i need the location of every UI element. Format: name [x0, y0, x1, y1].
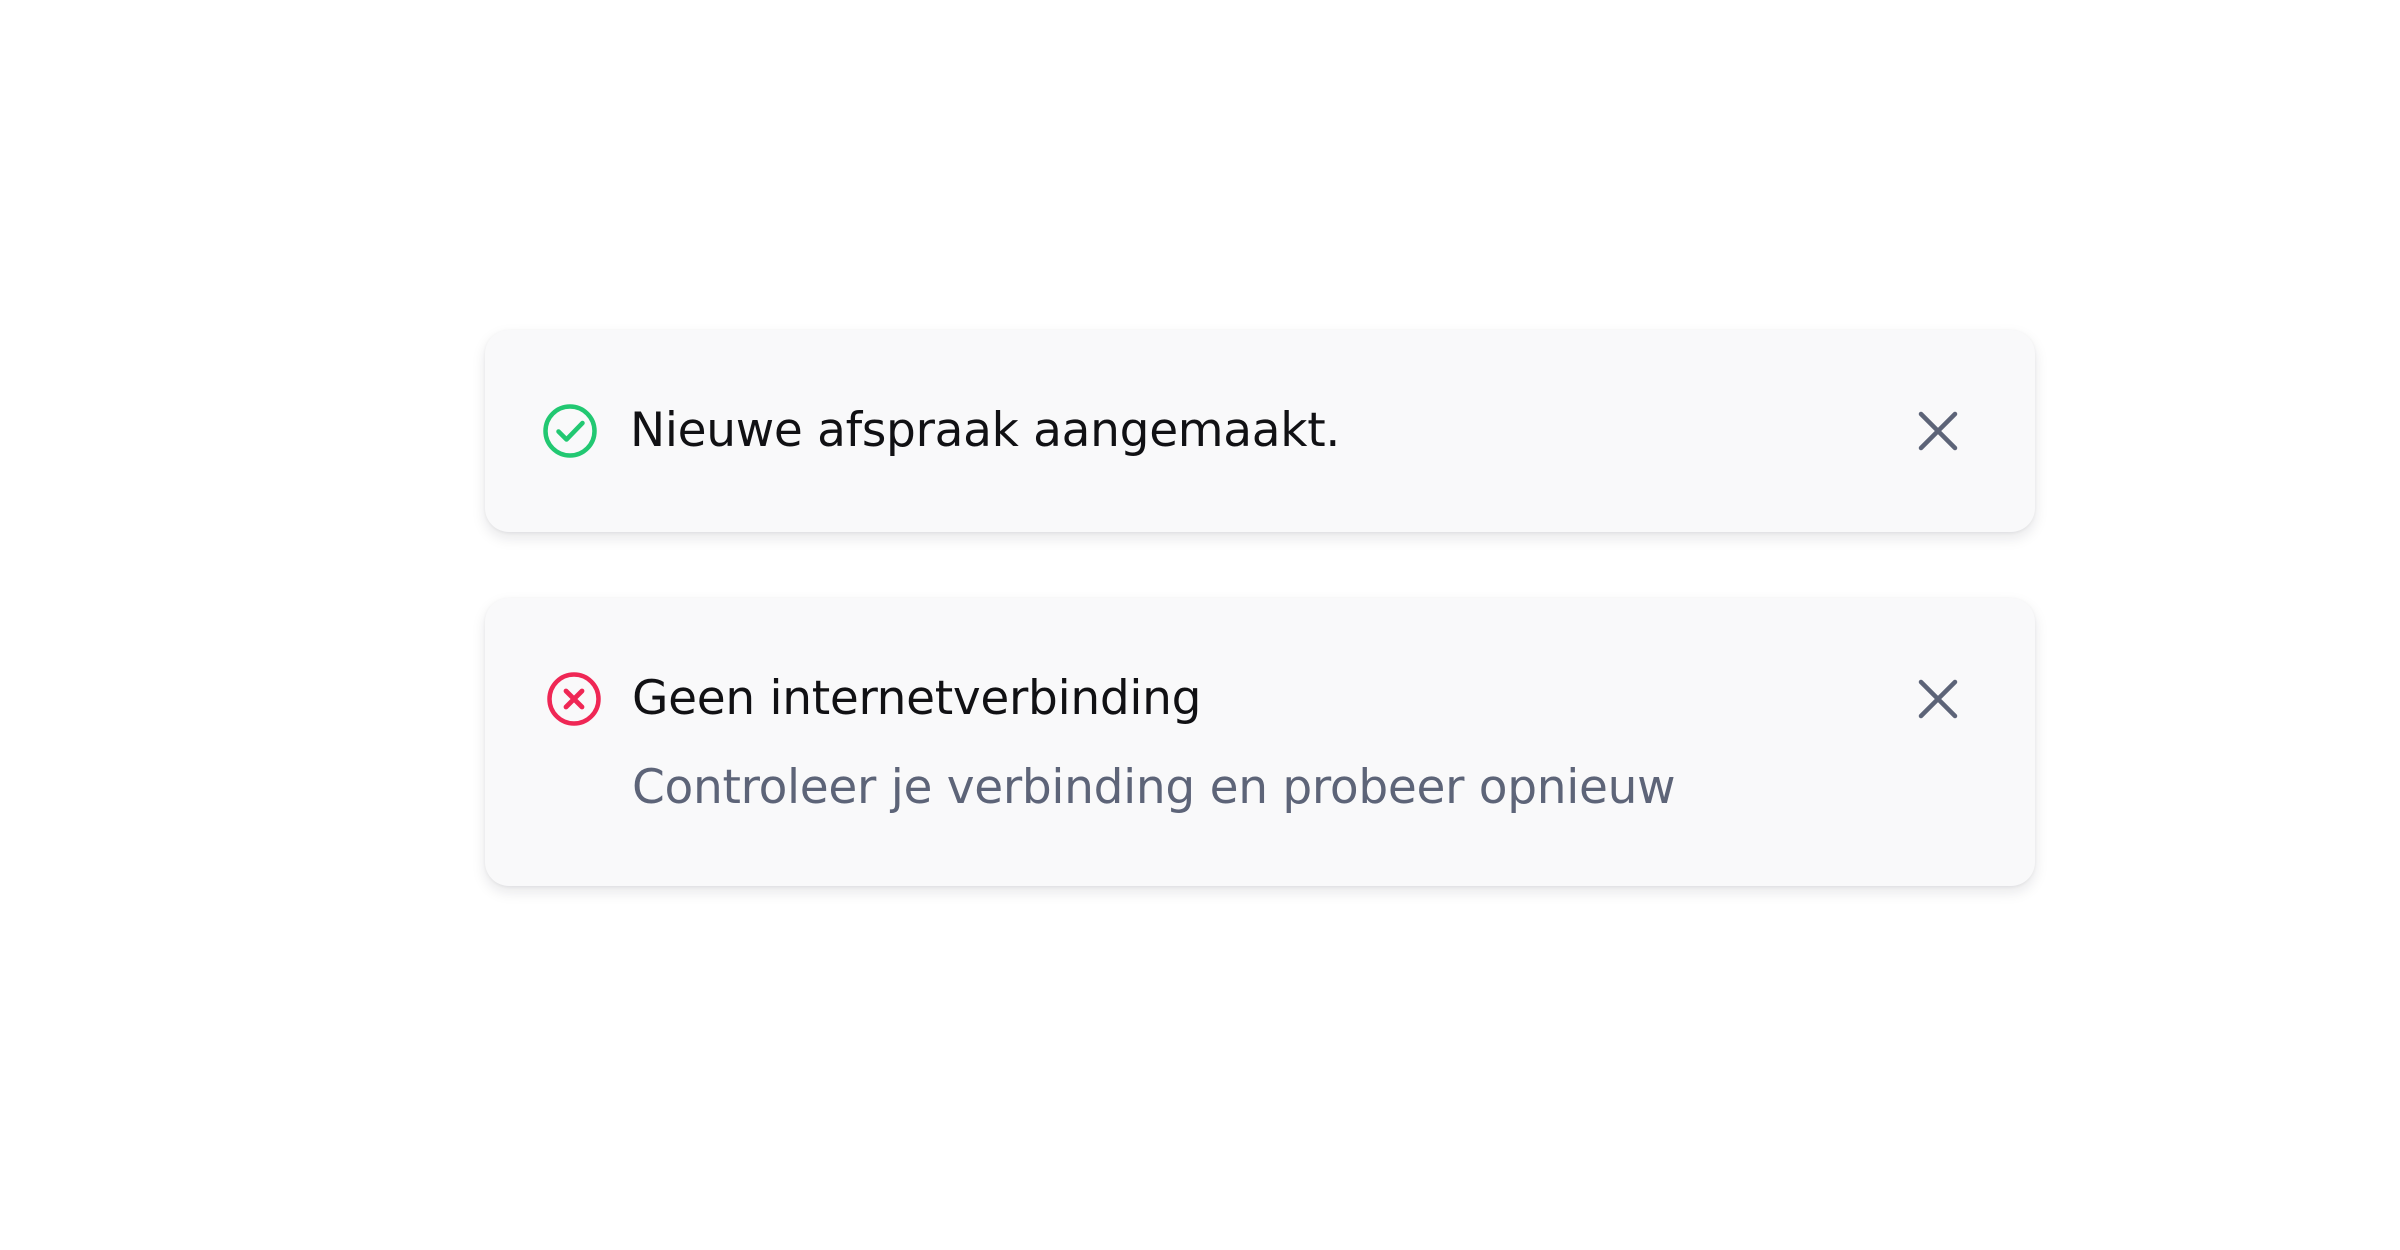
toast-title: Geen internetverbinding: [632, 671, 1202, 726]
success-toast: Nieuwe afspraak aangemaakt.: [485, 330, 2035, 532]
error-toast: Geen internetverbinding Controleer je ve…: [485, 598, 2035, 886]
check-circle-icon: [542, 403, 598, 459]
toast-title: Nieuwe afspraak aangemaakt.: [630, 403, 1340, 458]
close-button[interactable]: [1915, 408, 1961, 454]
x-circle-icon: [546, 671, 602, 727]
notification-stack: Nieuwe afspraak aangemaakt. Geen interne…: [0, 0, 2400, 1250]
close-icon: [1918, 679, 1958, 719]
close-icon: [1918, 411, 1958, 451]
close-button[interactable]: [1915, 676, 1961, 722]
toast-description: Controleer je verbinding en probeer opni…: [632, 760, 1676, 815]
